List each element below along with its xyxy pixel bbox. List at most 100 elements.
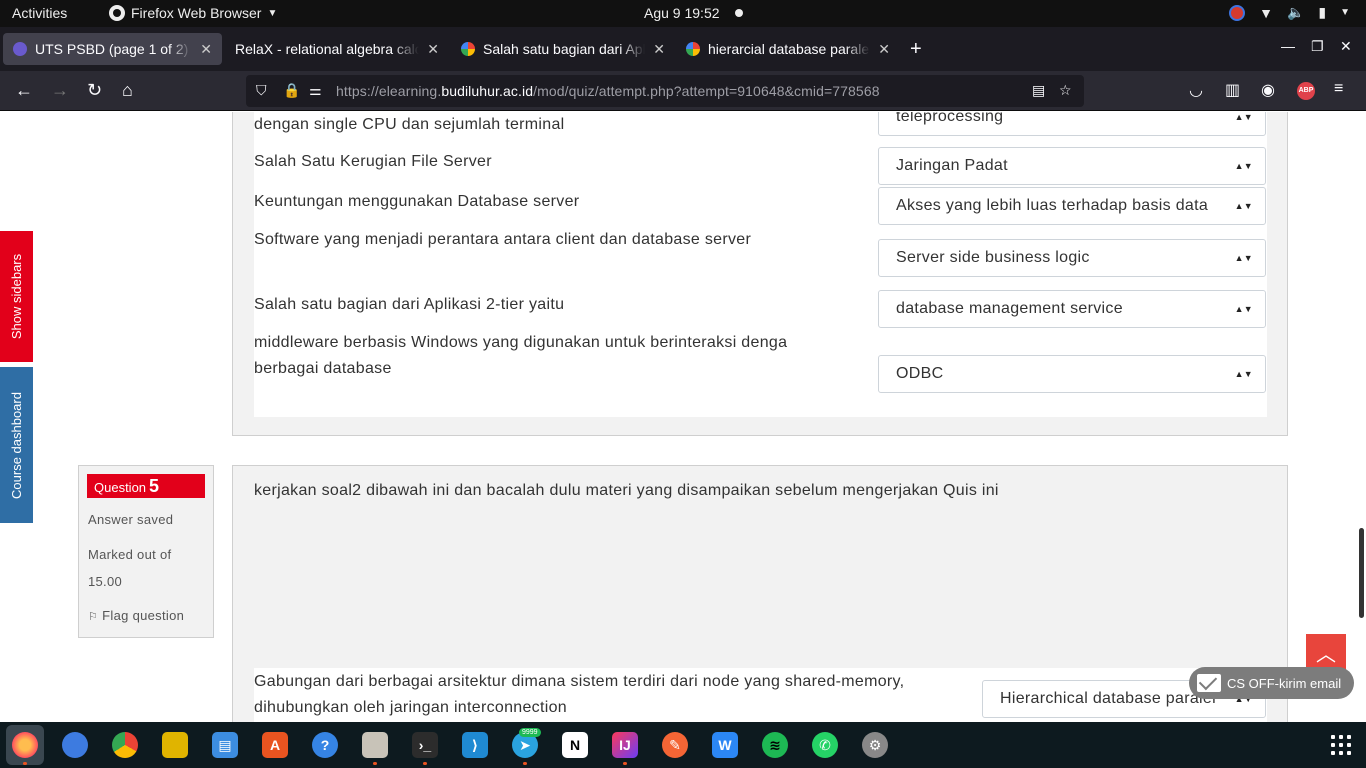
page-scrollbar[interactable]	[1356, 112, 1366, 722]
match-answer-select[interactable]: Akses yang lebih luas terhadap basis dat…	[878, 187, 1266, 225]
match-question-text: middleware berbasis Windows yang digunak…	[254, 334, 788, 377]
select-arrow-icon: ▲▼	[1234, 303, 1253, 314]
wifi-icon: ▼	[1259, 4, 1273, 21]
document-editor-icon[interactable]: ▤	[212, 732, 238, 758]
running-indicator	[373, 762, 377, 765]
close-tab-icon[interactable]: ✕	[878, 41, 890, 58]
question-intro-text: kerjakan soal2 dibawah ini dan bacalah d…	[254, 482, 999, 499]
match-question-text: Gabungan dari berbagai arsitektur dimana…	[254, 673, 905, 716]
url-text[interactable]: https://elearning.budiluhur.ac.id/mod/qu…	[336, 83, 880, 99]
back-icon[interactable]: ←	[15, 81, 33, 99]
clock[interactable]: Agu 9 19:52	[644, 5, 720, 21]
running-indicator	[423, 762, 427, 765]
match-question-text: Keuntungan menggunakan Database server	[254, 193, 580, 210]
scrollbar-thumb[interactable]	[1359, 528, 1364, 618]
question-5-info: Question 5 Answer saved Marked out of 15.…	[78, 465, 214, 638]
url-bar[interactable]: ⛉ 🔒 ⚌ https://elearning.budiluhur.ac.id/…	[246, 75, 1084, 107]
settings-gear-icon[interactable]: ⚙	[862, 732, 888, 758]
match-answer-select[interactable]: teleprocessing ▲▼	[878, 112, 1266, 136]
app-menu[interactable]: Firefox Web Browser ▼	[109, 5, 277, 21]
volume-icon: 🔈	[1286, 4, 1305, 20]
select-arrow-icon: ▲▼	[1234, 252, 1253, 263]
tab-uts-psbd[interactable]: UTS PSBD (page 1 of 2) ✕	[3, 33, 222, 65]
rhythmbox-icon[interactable]	[162, 732, 188, 758]
match-answer-select[interactable]: Server side business logic ▲▼	[878, 239, 1266, 277]
notion-icon[interactable]: N	[562, 732, 588, 758]
reload-icon[interactable]: ↻	[87, 81, 102, 99]
spotify-icon[interactable]: ≋	[762, 732, 788, 758]
running-indicator	[23, 762, 27, 765]
extension-owl-icon[interactable]: ◉	[1261, 80, 1275, 100]
new-tab-button[interactable]: +	[910, 38, 922, 61]
tab-title: UTS PSBD (page 1 of 2)	[35, 41, 189, 57]
adblock-plus-icon[interactable]: ABP	[1297, 82, 1315, 100]
match-answer-select[interactable]: Jaringan Padat ▲▼	[878, 147, 1266, 185]
screen-recorder-icon[interactable]	[1229, 4, 1246, 21]
wps-icon[interactable]: W	[712, 732, 738, 758]
battery-icon: ▮	[1318, 4, 1327, 20]
app-menu-label: Firefox Web Browser	[131, 5, 262, 21]
files-icon[interactable]	[362, 732, 388, 758]
system-top-bar: Activities Firefox Web Browser ▼ Agu 9 1…	[0, 0, 1366, 27]
chrome-icon[interactable]	[112, 732, 138, 758]
show-applications-icon[interactable]	[1331, 735, 1351, 755]
minimize-button[interactable]: —	[1281, 38, 1295, 54]
tab-title: Salah satu bagian dari Aplikasi	[483, 41, 646, 57]
system-tray[interactable]: ▼ 🔈 ▮ ▼	[1229, 4, 1350, 21]
tab-google-search-1[interactable]: Salah satu bagian dari Aplikasi ✕	[451, 33, 675, 65]
postman-icon[interactable]: ✎	[662, 732, 688, 758]
show-sidebars-button[interactable]: Show sidebars	[0, 231, 33, 362]
shield-icon[interactable]: ⛉	[256, 82, 267, 99]
tab-google-search-2[interactable]: hierarcial database paralel ✕	[676, 33, 900, 65]
thunderbird-icon[interactable]	[62, 732, 88, 758]
caret-down-icon: ▼	[267, 7, 278, 19]
quiz-page: Show sidebars Course dashboard dengan si…	[0, 112, 1356, 722]
flag-question-link[interactable]: ⚐ Flag question	[88, 608, 184, 623]
home-icon[interactable]: ⌂	[122, 81, 133, 99]
close-tab-icon[interactable]: ✕	[427, 41, 439, 58]
sidebar-icon[interactable]: ▥	[1225, 80, 1240, 100]
permissions-icon[interactable]: ⚌	[309, 82, 322, 99]
activities-button[interactable]: Activities	[12, 5, 67, 21]
google-favicon-icon	[461, 42, 475, 56]
forward-icon[interactable]: →	[51, 81, 69, 99]
whatsapp-icon[interactable]: ✆	[812, 732, 838, 758]
close-tab-icon[interactable]: ✕	[200, 41, 212, 58]
help-icon[interactable]: ?	[312, 732, 338, 758]
match-question-text: Salah Satu Kerugian File Server	[254, 153, 492, 170]
select-arrow-icon: ▲▼	[1234, 160, 1253, 171]
google-favicon-icon	[686, 42, 700, 56]
course-dashboard-button[interactable]: Course dashboard	[0, 367, 33, 523]
tab-relax[interactable]: RelaX - relational algebra calculator ✕	[225, 33, 449, 65]
match-answer-select[interactable]: database management service ▲▼	[878, 290, 1266, 328]
cs-email-widget[interactable]: CS OFF-kirim email	[1189, 667, 1354, 699]
match-question-text: Salah satu bagian dari Aplikasi 2-tier y…	[254, 296, 565, 313]
flag-icon: ⚐	[88, 611, 99, 623]
select-arrow-icon: ▲▼	[1234, 200, 1253, 211]
software-center-icon[interactable]: A	[262, 732, 288, 758]
browser-tab-strip: UTS PSBD (page 1 of 2) ✕ RelaX - relatio…	[0, 27, 1366, 71]
reader-view-icon[interactable]: ▤	[1032, 82, 1045, 99]
telegram-badge: 9999	[519, 728, 541, 737]
cs-widget-label: CS OFF-kirim email	[1227, 675, 1342, 691]
match-answer-select[interactable]: ODBC ▲▼	[878, 355, 1266, 393]
menu-icon[interactable]: ≡	[1334, 80, 1343, 98]
firefox-icon[interactable]	[12, 732, 38, 758]
maximize-button[interactable]: ❐	[1311, 38, 1324, 55]
firefox-icon	[109, 5, 125, 21]
dock: ▤ A ? ›_ ⟩ ➤ 9999 N IJ ✎ W ≋ ✆ ⚙	[0, 722, 1366, 768]
vscode-icon[interactable]: ⟩	[462, 732, 488, 758]
intellij-icon[interactable]: IJ	[612, 732, 638, 758]
running-indicator	[623, 762, 627, 765]
tab-title: RelaX - relational algebra calculator	[235, 41, 420, 57]
close-window-button[interactable]: ✕	[1340, 38, 1352, 55]
pocket-icon[interactable]: ◡	[1189, 80, 1203, 100]
grade-info: Marked out of 15.00	[88, 547, 172, 589]
terminal-icon[interactable]: ›_	[412, 732, 438, 758]
tab-title: hierarcial database paralel	[708, 41, 871, 57]
close-tab-icon[interactable]: ✕	[653, 41, 665, 58]
lock-icon[interactable]: 🔒	[283, 82, 300, 99]
notification-dot-icon	[735, 9, 743, 17]
bookmark-star-icon[interactable]: ☆	[1059, 82, 1072, 99]
moodle-favicon-icon	[13, 42, 27, 56]
